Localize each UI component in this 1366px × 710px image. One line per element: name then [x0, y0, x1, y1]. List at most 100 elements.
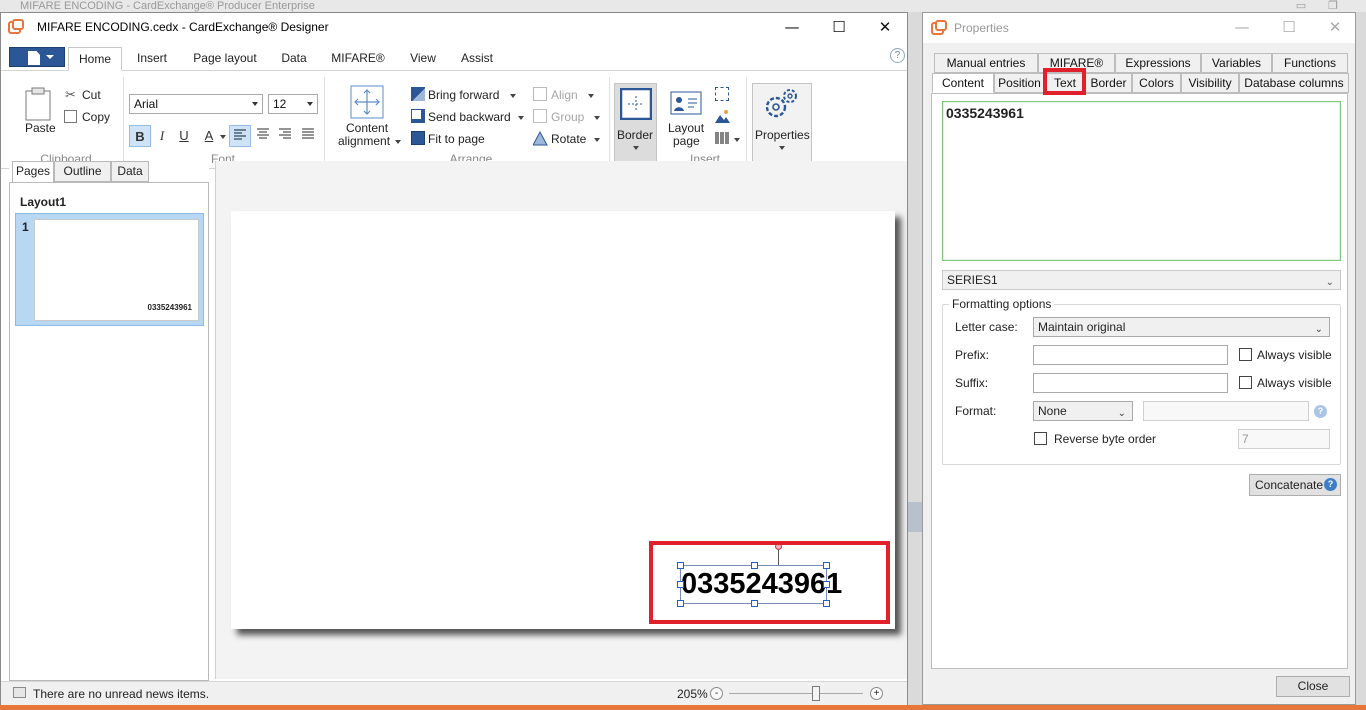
designer-titlebar: MIFARE ENCODING.cedx - CardExchange® Des…	[1, 13, 907, 42]
ribbon-separator	[123, 77, 124, 163]
select-area-icon[interactable]	[715, 87, 729, 101]
tab-insert[interactable]: Insert	[129, 47, 175, 71]
tab-database-columns[interactable]: Database columns	[1239, 73, 1349, 93]
tab-mifare[interactable]: MIFARE®	[325, 47, 391, 71]
prefix-always-visible-checkbox[interactable]	[1239, 348, 1252, 361]
layout-page-label-2[interactable]: page	[673, 134, 700, 148]
cut-button[interactable]: Cut	[82, 88, 101, 102]
align-center-button[interactable]	[252, 125, 274, 147]
image-icon[interactable]	[715, 109, 730, 123]
reverse-byte-order-checkbox[interactable]	[1034, 432, 1047, 445]
close-button[interactable]: Close	[1276, 676, 1350, 697]
suffix-input[interactable]	[1033, 373, 1228, 393]
tab-data-panel[interactable]: Data	[111, 161, 149, 182]
underline-button[interactable]: U	[173, 125, 195, 147]
italic-button[interactable]: I	[151, 125, 173, 147]
tab-expressions[interactable]: Expressions	[1115, 53, 1201, 73]
group-button[interactable]: Group	[551, 110, 584, 124]
tab-pages[interactable]: Pages	[12, 161, 54, 183]
content-text-editor[interactable]: 0335243961	[942, 101, 1341, 261]
properties-maximize-button[interactable]: ☐	[1266, 13, 1312, 42]
justify-button[interactable]	[297, 125, 319, 147]
tab-visibility[interactable]: Visibility	[1181, 73, 1239, 93]
properties-minimize-button[interactable]: —	[1219, 13, 1265, 42]
tab-home[interactable]: Home	[68, 47, 122, 71]
tab-outline[interactable]: Outline	[54, 161, 111, 182]
tab-content[interactable]: Content	[932, 73, 994, 93]
bold-button[interactable]: B	[129, 125, 151, 147]
reverse-byte-order-label: Reverse byte order	[1054, 432, 1157, 446]
properties-close-window-button[interactable]: ✕	[1312, 13, 1358, 42]
zoom-in-button[interactable]: +	[870, 687, 883, 700]
page-thumbnail[interactable]: 1 0335243961	[15, 213, 204, 326]
prefix-input[interactable]	[1033, 345, 1228, 365]
align-right-button[interactable]	[274, 125, 296, 147]
tab-border[interactable]: Border	[1085, 73, 1132, 93]
chevron-down-icon	[395, 140, 401, 144]
source-field-select[interactable]: SERIES1 ⌄	[942, 270, 1341, 290]
content-alignment-label-1[interactable]: Content	[346, 121, 388, 135]
info-icon: ?	[1324, 478, 1337, 491]
align-left-button[interactable]	[229, 125, 251, 147]
close-window-button[interactable]: ✕	[862, 13, 908, 42]
news-status-text: There are no unread news items.	[33, 687, 210, 701]
formatting-options-group: Formatting options Letter case: Maintain…	[942, 297, 1341, 465]
help-icon[interactable]: ?	[890, 48, 905, 63]
suffix-always-visible-checkbox[interactable]	[1239, 376, 1252, 389]
info-icon[interactable]: ?	[1314, 405, 1327, 418]
maximize-button[interactable]: ☐	[816, 13, 862, 42]
align-right-icon	[279, 128, 291, 139]
fit-to-page-button[interactable]: Fit to page	[428, 132, 485, 146]
tab-position[interactable]: Position	[994, 73, 1045, 93]
font-size-select[interactable]: 12	[268, 94, 318, 114]
format-select[interactable]: None ⌄	[1033, 401, 1133, 421]
chevron-down-icon	[588, 94, 594, 98]
file-menu-button[interactable]	[9, 47, 65, 67]
cardexchange-logo-icon	[931, 20, 947, 35]
font-size-value: 12	[273, 97, 287, 111]
tab-page-layout[interactable]: Page layout	[185, 47, 265, 71]
chevron-down-icon	[220, 135, 226, 139]
copy-button[interactable]: Copy	[82, 110, 110, 124]
layout-page-icon[interactable]	[670, 91, 702, 115]
paste-button[interactable]: Paste	[25, 121, 56, 135]
chevron-down-icon: ⌄	[1117, 408, 1126, 419]
tab-view[interactable]: View	[403, 47, 443, 71]
reverse-byte-count-input[interactable]: 7	[1238, 429, 1330, 449]
ribbon-tab-bar: Home Insert Page layout Data MIFARE® Vie…	[1, 43, 907, 71]
chevron-down-icon	[779, 146, 785, 150]
tab-manual-entries[interactable]: Manual entries	[934, 53, 1038, 73]
border-icon	[620, 88, 652, 120]
chevron-down-icon	[510, 94, 516, 98]
rotate-button[interactable]: Rotate	[551, 132, 586, 146]
content-alignment-icon[interactable]	[350, 85, 384, 119]
ribbon-separator	[746, 77, 747, 163]
font-color-button[interactable]: A	[198, 125, 220, 147]
bring-forward-icon	[411, 87, 425, 101]
paste-icon[interactable]	[25, 87, 51, 121]
concatenate-button[interactable]: Concatenate ?	[1249, 474, 1341, 496]
tab-functions[interactable]: Functions	[1272, 53, 1348, 73]
zoom-slider-thumb[interactable]	[812, 686, 821, 701]
formatting-options-legend: Formatting options	[949, 297, 1055, 311]
bring-forward-button[interactable]: Bring forward	[428, 88, 499, 102]
chevron-down-icon	[252, 102, 258, 106]
tab-variables[interactable]: Variables	[1201, 53, 1272, 73]
content-alignment-label-2[interactable]: alignment	[338, 134, 390, 148]
tab-colors[interactable]: Colors	[1132, 73, 1181, 93]
suffix-always-visible-label: Always visible	[1257, 376, 1332, 390]
send-backward-button[interactable]: Send backward	[428, 110, 511, 124]
layout-page-label-1[interactable]: Layout	[668, 121, 704, 135]
chevron-down-icon: ⌄	[1314, 324, 1323, 335]
barcode-icon[interactable]	[715, 131, 730, 145]
font-family-select[interactable]: Arial	[129, 94, 263, 114]
zoom-slider[interactable]	[729, 693, 863, 694]
document-icon	[28, 51, 40, 65]
tab-data[interactable]: Data	[273, 47, 315, 71]
align-button[interactable]: Align	[551, 88, 578, 102]
zoom-out-button[interactable]: -	[710, 687, 723, 700]
tab-assist[interactable]: Assist	[453, 47, 501, 71]
minimize-button[interactable]: —	[769, 13, 815, 42]
format-pattern-input[interactable]	[1143, 401, 1309, 421]
letter-case-select[interactable]: Maintain original ⌄	[1033, 317, 1330, 337]
